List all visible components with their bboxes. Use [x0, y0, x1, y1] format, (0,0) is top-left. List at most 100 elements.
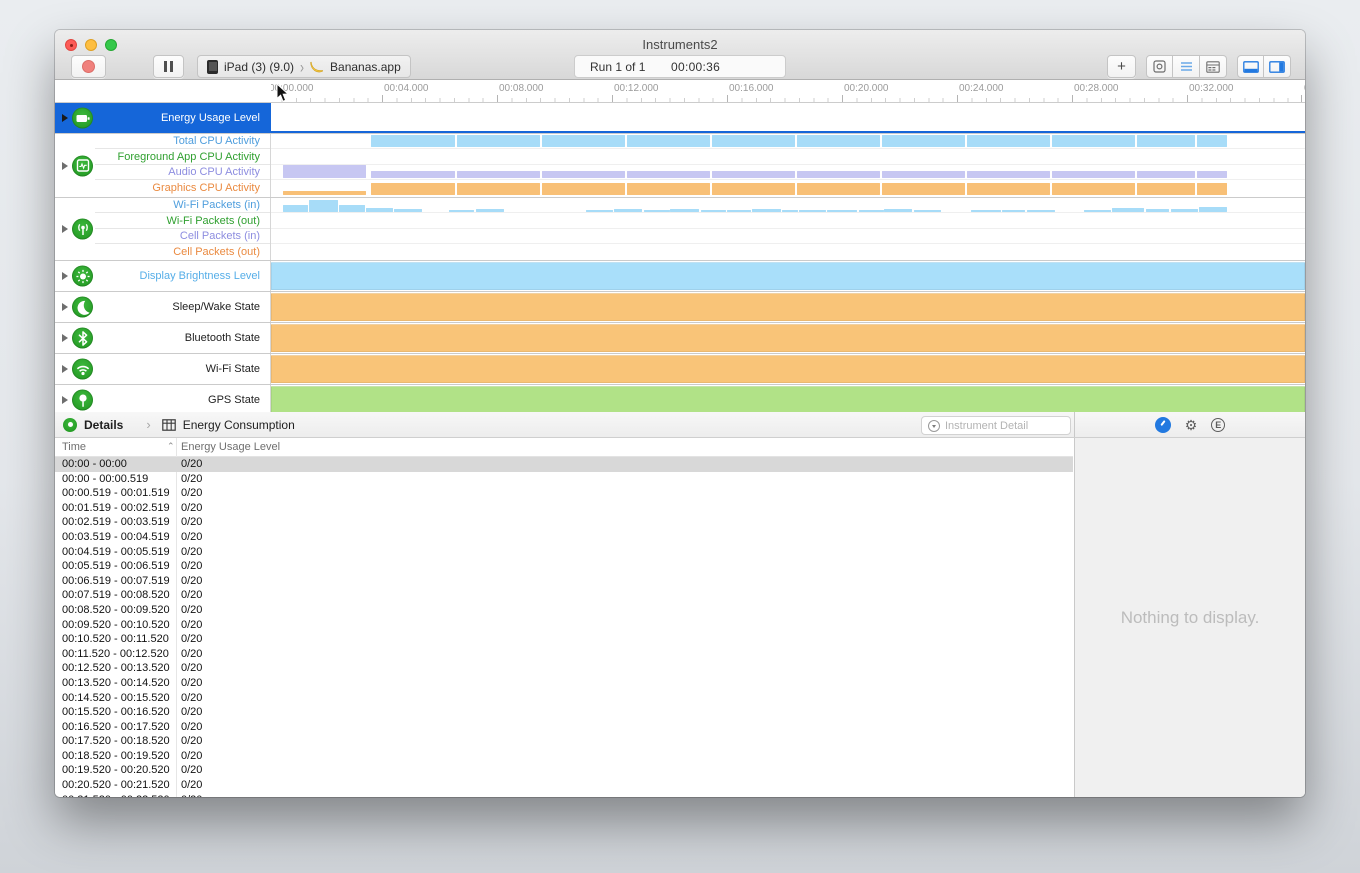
disclosure-triangle-icon[interactable]	[62, 225, 68, 233]
table-row[interactable]: 00:14.520 - 00:15.5200/20	[55, 691, 1073, 706]
track-header-cpu[interactable]: Total CPU ActivityForeground App CPU Act…	[55, 134, 271, 197]
wifi-in-bar	[394, 209, 422, 212]
record-button[interactable]	[71, 55, 106, 78]
list-view-button[interactable]	[1173, 55, 1200, 78]
table-row[interactable]: 00:01.519 - 00:02.5190/20	[55, 501, 1073, 516]
table-row[interactable]: 00:19.520 - 00:20.5200/20	[55, 763, 1073, 778]
table-row[interactable]: 00:00 - 00:000/20	[55, 457, 1073, 472]
disclosure-triangle-icon[interactable]	[62, 272, 68, 280]
disclosure-triangle-icon[interactable]	[62, 162, 68, 170]
subrow-chart-0[interactable]	[271, 198, 1305, 213]
gear-icon[interactable]: ⚙	[1185, 418, 1198, 432]
energy-consumption-table: Time ⌃ Energy Usage Level 00:00 - 00:000…	[55, 438, 1073, 797]
subrow-chart-3[interactable]	[271, 244, 1305, 259]
track-chart-gps[interactable]	[271, 385, 1305, 415]
cell-energy-level: 0/20	[181, 662, 202, 674]
graphics-cpu-lead-bar	[283, 191, 366, 195]
table-row[interactable]: 00:20.520 - 00:21.5200/20	[55, 778, 1073, 793]
track-chart-energy[interactable]	[271, 103, 1305, 133]
table-row[interactable]: 00:09.520 - 00:10.5200/20	[55, 618, 1073, 633]
audio-cpu-lead-bar	[283, 165, 366, 179]
table-row[interactable]: 00:18.520 - 00:19.5200/20	[55, 749, 1073, 764]
table-row[interactable]: 00:04.519 - 00:05.5190/20	[55, 545, 1073, 560]
table-row[interactable]: 00:06.519 - 00:07.5190/20	[55, 574, 1073, 589]
table-row[interactable]: 00:00 - 00:00.5190/20	[55, 472, 1073, 487]
table-row[interactable]: 00:15.520 - 00:16.5200/20	[55, 705, 1073, 720]
subrow-chart-3[interactable]	[271, 180, 1305, 195]
table-row[interactable]: 00:11.520 - 00:12.5200/20	[55, 647, 1073, 662]
cell-energy-level: 0/20	[181, 487, 202, 499]
track-header-energy[interactable]: Energy Usage Level	[55, 103, 271, 133]
table-row[interactable]: 00:07.519 - 00:08.5200/20	[55, 588, 1073, 603]
search-scope-icon[interactable]	[928, 420, 940, 432]
track-chart-bluetooth[interactable]	[271, 323, 1305, 353]
track-chart-sleep[interactable]	[271, 292, 1305, 322]
subrow-chart-0[interactable]	[271, 134, 1305, 149]
extended-detail-icon[interactable]: E	[1211, 418, 1225, 432]
track-header-bluetooth[interactable]: Bluetooth State	[55, 323, 271, 353]
table-row[interactable]: 00:21.520 - 00:22.5200/20	[55, 793, 1073, 797]
breadcrumb-page[interactable]: Energy Consumption	[183, 418, 295, 432]
cell-energy-level: 0/20	[181, 546, 202, 558]
toggle-right-panel-button[interactable]	[1264, 55, 1291, 78]
table-row[interactable]: 00:03.519 - 00:04.5190/20	[55, 530, 1073, 545]
sort-ascending-icon[interactable]: ⌃	[167, 441, 175, 452]
target-app-name[interactable]: Bananas.app	[330, 60, 401, 74]
wifi-in-bar	[752, 209, 781, 212]
detail-view-button[interactable]	[1200, 55, 1227, 78]
target-selector[interactable]: iPad (3) (9.0) › Bananas.app	[197, 55, 411, 78]
add-instrument-button[interactable]: +	[1107, 55, 1136, 78]
track-sublabel: Graphics CPU Activity	[152, 182, 260, 194]
table-row[interactable]: 00:16.520 - 00:17.5200/20	[55, 720, 1073, 735]
record-settings-icon[interactable]	[1155, 417, 1171, 433]
inspector-pane: Nothing to display.	[1074, 438, 1305, 797]
subrow-chart-2[interactable]	[271, 165, 1305, 180]
track-header-brightness[interactable]: Display Brightness Level	[55, 261, 271, 291]
cell-time: 00:21.520 - 00:22.520	[62, 794, 170, 797]
instrument-detail-search[interactable]: Instrument Detail	[921, 416, 1071, 435]
table-row[interactable]: 00:00.519 - 00:01.5190/20	[55, 486, 1073, 501]
table-row[interactable]: 00:12.520 - 00:13.5200/20	[55, 661, 1073, 676]
disclosure-triangle-icon[interactable]	[62, 303, 68, 311]
track-chart-brightness[interactable]	[271, 261, 1305, 291]
subrow-chart-1[interactable]	[271, 213, 1305, 228]
track-header-gps[interactable]: GPS State	[55, 385, 271, 415]
table-row[interactable]: 00:17.520 - 00:18.5200/20	[55, 734, 1073, 749]
pause-button[interactable]	[153, 55, 184, 78]
table-row[interactable]: 00:08.520 - 00:09.5200/20	[55, 603, 1073, 618]
instruments-view-button[interactable]	[1146, 55, 1173, 78]
table-row[interactable]: 00:05.519 - 00:06.5190/20	[55, 559, 1073, 574]
cell-energy-level: 0/20	[181, 648, 202, 660]
track-header-network[interactable]: Wi-Fi Packets (in)Wi-Fi Packets (out)Cel…	[55, 198, 271, 260]
table-row[interactable]: 00:02.519 - 00:03.5190/20	[55, 515, 1073, 530]
cell-time: 00:03.519 - 00:04.519	[62, 531, 170, 543]
subrow-chart-1[interactable]	[271, 149, 1305, 164]
device-name[interactable]: iPad (3) (9.0)	[224, 60, 294, 74]
total-cpu-bar	[457, 135, 540, 148]
breadcrumb-root[interactable]: Details	[84, 418, 123, 432]
subrow-chart-2[interactable]	[271, 229, 1305, 244]
disclosure-triangle-icon[interactable]	[62, 334, 68, 342]
track-chart-wifi[interactable]	[271, 354, 1305, 384]
details-toolbar: Details › Energy Consumption Instrument …	[55, 412, 1305, 438]
column-header-time[interactable]: Time	[62, 441, 86, 453]
track-chart-network[interactable]	[271, 198, 1305, 260]
track-header-sleep[interactable]: Sleep/Wake State	[55, 292, 271, 322]
column-header-energy[interactable]: Energy Usage Level	[181, 441, 280, 453]
timeline-ruler[interactable]: 00:00.00000:04.00000:08.00000:12.00000:1…	[55, 80, 1305, 103]
table-row[interactable]: 00:10.520 - 00:11.5200/20	[55, 632, 1073, 647]
disclosure-triangle-icon[interactable]	[62, 396, 68, 404]
wifi-in-bar	[1112, 208, 1144, 212]
track-header-wifi[interactable]: Wi-Fi State	[55, 354, 271, 384]
disclosure-triangle-icon[interactable]	[62, 365, 68, 373]
table-row[interactable]: 00:13.520 - 00:14.5200/20	[55, 676, 1073, 691]
toggle-bottom-panel-button[interactable]	[1237, 55, 1264, 78]
track-sleep: Sleep/Wake State	[55, 292, 1305, 323]
wifi-in-bar	[339, 205, 365, 212]
ruler-ticks[interactable]: 00:00.00000:04.00000:08.00000:12.00000:1…	[271, 80, 1305, 102]
track-sublabel: Foreground App CPU Activity	[118, 151, 260, 163]
disclosure-triangle-icon[interactable]	[62, 114, 68, 122]
ruler-tick-label: 00:08.000	[499, 83, 544, 94]
graphics-cpu-bar	[1137, 183, 1195, 195]
track-chart-cpu[interactable]	[271, 134, 1305, 197]
